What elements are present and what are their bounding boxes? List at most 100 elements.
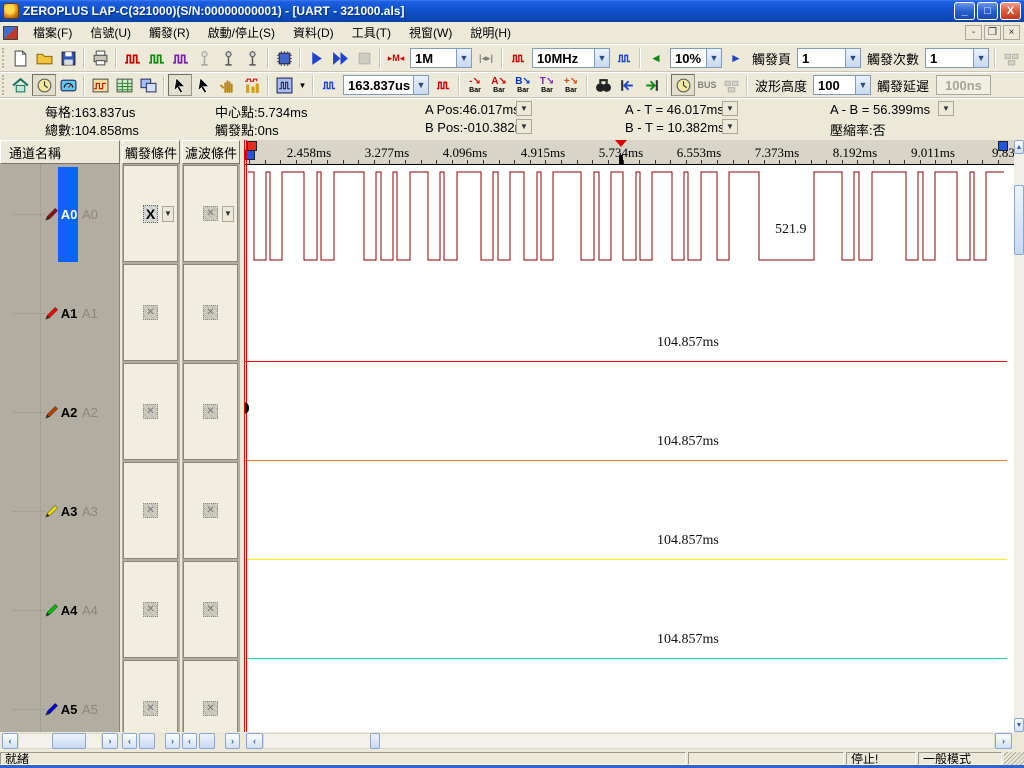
filter-cell-a2[interactable]: ✕ — [183, 363, 238, 460]
new-file-button[interactable] — [8, 47, 32, 69]
goto-start-button[interactable] — [615, 74, 639, 96]
scroll-up-icon[interactable]: ▲ — [1014, 140, 1024, 154]
dont-care-icon[interactable]: ✕ — [143, 701, 158, 716]
pen-icon[interactable] — [44, 603, 59, 618]
time-ruler[interactable]: 2.458ms3.277ms4.096ms4.915ms5.734ms6.553… — [245, 140, 1014, 165]
b-bar-button[interactable]: B↘Bar — [511, 74, 535, 96]
chevron-down-icon[interactable]: ▼ — [594, 49, 609, 67]
zoom-out-wave-icon[interactable] — [431, 74, 455, 96]
scroll-thumb[interactable] — [52, 733, 86, 749]
a-bar-button[interactable]: A↘Bar — [487, 74, 511, 96]
frequency-mode-button[interactable] — [56, 74, 80, 96]
scroll-thumb[interactable] — [139, 733, 155, 749]
listing-window-button[interactable] — [112, 74, 136, 96]
scroll-left-icon[interactable]: ‹ — [182, 733, 197, 749]
menu-u[interactable]: 信號(U) — [81, 21, 140, 44]
chevron-down-icon[interactable]: ▼ — [855, 76, 870, 94]
chevron-down-icon[interactable]: ▼ — [222, 206, 234, 222]
chevron-down-icon[interactable]: ▼ — [413, 76, 428, 94]
trigger-cell-a1[interactable]: ✕ — [123, 264, 178, 361]
trigger-cell-a0[interactable]: X▼ — [123, 165, 178, 262]
a-t-dropdown[interactable]: ▼ — [722, 101, 738, 116]
channel-scrollbar[interactable]: ‹ › — [2, 733, 118, 750]
dont-care-icon[interactable]: ✕ — [203, 404, 218, 419]
toolbar-grip[interactable] — [2, 48, 6, 68]
t-bar-button[interactable]: T↘Bar — [535, 74, 559, 96]
filter-scrollbar[interactable]: ‹ › — [182, 733, 240, 750]
waveform-row-a0[interactable]: 521.9 — [245, 166, 1014, 265]
channel-row-a0[interactable]: A0A0 — [0, 165, 120, 264]
dont-care-icon[interactable]: ✕ — [203, 602, 218, 617]
scroll-right-icon[interactable]: › — [225, 733, 240, 749]
find-button[interactable] — [591, 74, 615, 96]
scroll-left-icon[interactable]: ‹ — [2, 733, 18, 749]
a-bar-flag[interactable] — [998, 141, 1008, 151]
dont-care-icon[interactable]: ✕ — [143, 404, 158, 419]
note-cursor-button[interactable] — [192, 74, 216, 96]
sample-depth-combo[interactable]: 1M▼ — [410, 48, 472, 68]
menu-h[interactable]: 說明(H) — [461, 21, 520, 44]
pen-icon[interactable] — [44, 405, 59, 420]
bus-setup-button[interactable] — [272, 47, 296, 69]
filter-cell-a5[interactable]: ✕ — [183, 660, 238, 732]
channel-row-a3[interactable]: A3A3 — [0, 462, 120, 561]
trigger-scrollbar[interactable]: ‹ › — [122, 733, 180, 750]
waveform-row-a3[interactable]: 104.857ms — [245, 463, 1014, 562]
trigger-pos-right-icon[interactable]: ► — [724, 47, 748, 69]
scroll-left-icon[interactable]: ‹ — [246, 733, 263, 749]
print-button[interactable] — [88, 47, 112, 69]
trigger-cell-a4[interactable]: ✕ — [123, 561, 178, 658]
close-button[interactable]: X — [1000, 2, 1021, 20]
trigger-cell-a3[interactable]: ✕ — [123, 462, 178, 559]
select-cursor-button[interactable] — [168, 74, 192, 96]
scroll-left-icon[interactable]: ‹ — [122, 733, 137, 749]
waveform-row-a1[interactable]: 104.857ms — [245, 265, 1014, 364]
pattern-display-button[interactable] — [272, 74, 296, 96]
+-bar-button[interactable]: +↘Bar — [559, 74, 583, 96]
chevron-down-icon[interactable]: ▼ — [706, 49, 721, 67]
sample-rate-combo[interactable]: 10MHz▼ — [532, 48, 610, 68]
document-icon[interactable] — [3, 26, 18, 40]
filter-cell-a1[interactable]: ✕ — [183, 264, 238, 361]
time-div-combo[interactable]: 163.837us▼ — [343, 75, 429, 95]
b-pos-dropdown[interactable]: ▼ — [516, 119, 532, 134]
goto-end-button[interactable] — [639, 74, 663, 96]
menu-f[interactable]: 檔案(F) — [24, 21, 81, 44]
minus-bar-button[interactable]: -↘Bar — [463, 74, 487, 96]
filter-cell-a0[interactable]: ✕▼ — [183, 165, 238, 262]
waveform-row-a2[interactable]: 104.857ms — [245, 364, 1014, 463]
channel-row-a4[interactable]: A4A4 — [0, 561, 120, 660]
hand-tool-button[interactable] — [216, 74, 240, 96]
save-file-button[interactable] — [56, 47, 80, 69]
dont-care-icon[interactable]: ✕ — [143, 503, 158, 518]
scroll-right-icon[interactable]: › — [995, 733, 1012, 749]
waveform-window-button[interactable] — [88, 74, 112, 96]
dont-care-icon[interactable]: ✕ — [203, 305, 218, 320]
a-b-dropdown[interactable]: ▼ — [938, 101, 954, 116]
chevron-down-icon[interactable]: ▼ — [456, 49, 471, 67]
resize-grip[interactable] — [1004, 752, 1024, 765]
channel-row-a2[interactable]: A2A2 — [0, 363, 120, 462]
wave-height-combo[interactable]: 100▼ — [813, 75, 871, 95]
dont-care-icon[interactable]: ✕ — [203, 503, 218, 518]
vertical-scrollbar[interactable]: ▲ ▼ — [1014, 140, 1024, 732]
mdi-minimize-button[interactable]: - — [965, 25, 982, 40]
trigger-page-combo[interactable]: 1▼ — [797, 48, 861, 68]
display-ratio-combo[interactable]: 10%▼ — [670, 48, 722, 68]
sample-rate-blue-icon[interactable] — [612, 47, 636, 69]
home-button[interactable] — [8, 74, 32, 96]
trigger-cell-a5[interactable]: ✕ — [123, 660, 178, 732]
waveform-row-a4[interactable]: 104.857ms — [245, 562, 1014, 661]
pen-icon[interactable] — [44, 702, 59, 717]
vscroll-thumb[interactable] — [1014, 185, 1024, 255]
clock-mode-button[interactable] — [32, 74, 56, 96]
run-button[interactable] — [304, 47, 328, 69]
dont-care-icon[interactable]: ✕ — [203, 701, 218, 716]
signal-edit-icon[interactable] — [144, 47, 168, 69]
maximize-button[interactable]: □ — [977, 2, 998, 20]
menu-s[interactable]: 啟動/停止(S) — [199, 21, 284, 44]
memory-depth-icon[interactable]: ▸M◂ — [384, 47, 408, 69]
waveform-scrollbar[interactable]: ‹ › — [246, 733, 1012, 750]
dont-care-icon[interactable]: ✕ — [143, 602, 158, 617]
trigger-mark-icon[interactable] — [216, 47, 240, 69]
